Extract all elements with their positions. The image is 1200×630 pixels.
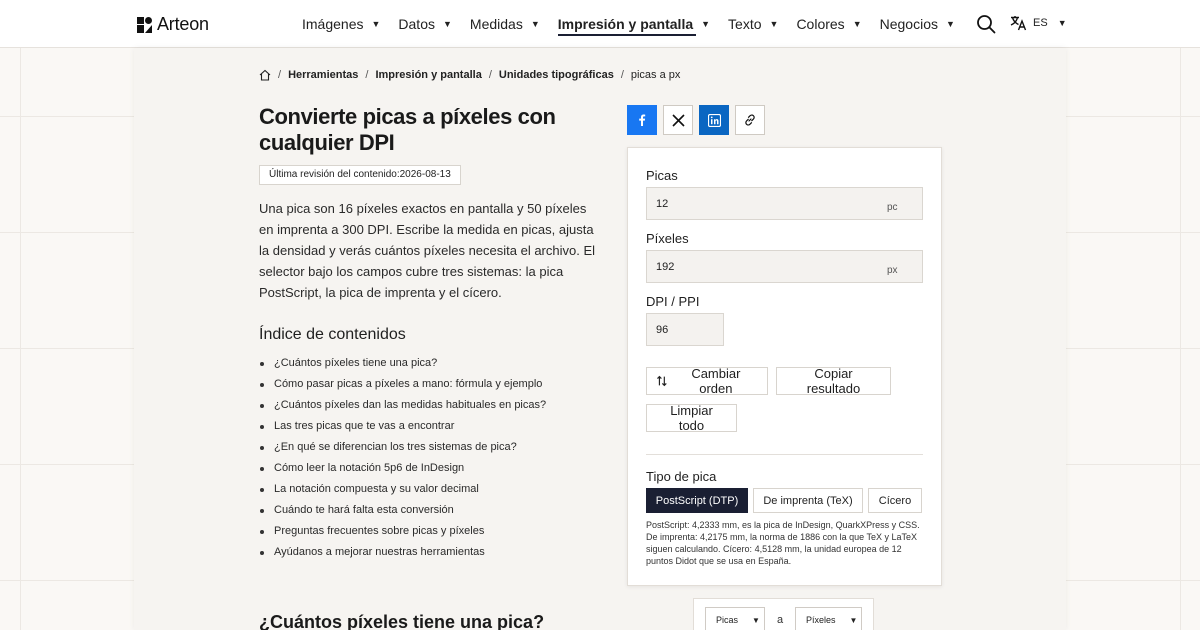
toc-link[interactable]: Cómo pasar picas a píxeles a mano: fórmu… <box>259 374 546 395</box>
swap-order-button[interactable]: Cambiar orden <box>646 366 768 396</box>
chevron-down-icon: ▼ <box>701 19 711 29</box>
nav-item-negocios[interactable]: Negocios ▼ <box>880 16 955 32</box>
share-linkedin-button[interactable] <box>699 105 729 135</box>
chevron-down-icon: ▼ <box>371 19 381 29</box>
dpi-label: DPI / PPI <box>646 294 700 309</box>
pica-type-label: Tipo de pica <box>646 469 717 484</box>
facebook-icon <box>639 114 646 126</box>
chevron-down-icon: ▼ <box>530 19 540 29</box>
nav-item-datos[interactable]: Datos ▼ <box>398 16 452 32</box>
revision-badge: Última revisión del contenido:2026-08-13 <box>259 165 461 185</box>
chevron-down-icon: ▼ <box>1057 18 1067 28</box>
breadcrumb-link[interactable]: Impresión y pantalla <box>375 69 481 81</box>
pixels-input[interactable] <box>646 250 923 283</box>
nav-item-label: Impresión y pantalla <box>557 16 694 32</box>
nav-item-label: Imágenes <box>302 16 364 32</box>
divider <box>646 454 923 455</box>
share-x-button[interactable] <box>663 105 693 135</box>
toc-link[interactable]: Cuándo te hará falta esta conversión <box>259 500 546 521</box>
toc-link[interactable]: La notación compuesta y su valor decimal <box>259 479 546 500</box>
nav-item-imagenes[interactable]: Imágenes ▼ <box>302 16 380 32</box>
search-icon <box>977 15 996 34</box>
link-icon <box>745 114 755 126</box>
copy-link-button[interactable] <box>735 105 765 135</box>
from-unit-value: Picas <box>716 615 739 625</box>
language-code: ES <box>1033 17 1048 29</box>
chevron-down-icon: ▼ <box>769 19 779 29</box>
toc-link[interactable]: ¿En qué se diferencian los tres sistemas… <box>259 437 546 458</box>
to-unit-value: Píxeles <box>806 615 836 625</box>
breadcrumb-separator: / <box>278 69 282 81</box>
toc-title: Índice de contenidos <box>259 326 406 343</box>
pica-type-cicero-option[interactable]: Cícero <box>868 488 922 513</box>
chevron-down-icon: ▼ <box>752 615 760 625</box>
pica-type-description: PostScript: 4,2333 mm, es la pica de InD… <box>646 520 920 566</box>
swap-vertical-icon <box>657 375 667 387</box>
home-icon[interactable] <box>259 69 271 81</box>
nav-item-label: Datos <box>398 16 435 32</box>
nav-item-impresion-y-pantalla[interactable]: Impresión y pantalla ▼ <box>557 16 711 36</box>
copy-result-label: Copiar resultado <box>806 366 861 396</box>
nav-item-label: Medidas <box>469 16 523 32</box>
chevron-down-icon: ▼ <box>852 19 862 29</box>
breadcrumb-link[interactable]: Herramientas <box>288 69 358 81</box>
breadcrumb: / Herramientas / Impresión y pantalla / … <box>259 69 680 81</box>
toc-link[interactable]: Ayúdanos a mejorar nuestras herramientas <box>259 542 546 563</box>
breadcrumb-separator: / <box>620 69 624 81</box>
page-title: Convierte picas a píxeles con cualquier … <box>259 104 556 155</box>
breadcrumb-link[interactable]: Unidades tipográficas <box>499 69 614 81</box>
brand-name: Arteon <box>157 14 209 34</box>
pixels-label: Píxeles <box>646 231 689 246</box>
from-unit-select[interactable]: Picas ▼ <box>705 607 765 630</box>
main-nav: Imágenes ▼ Datos ▼ Medidas ▼ Impresión y… <box>302 16 973 36</box>
toc-link[interactable]: Cómo leer la notación 5p6 de InDesign <box>259 458 546 479</box>
dpi-input[interactable] <box>646 313 724 346</box>
picas-unit: pc <box>887 202 898 213</box>
language-selector[interactable]: ES ▼ <box>1010 15 1067 31</box>
nav-item-label: Texto <box>728 16 762 32</box>
nav-item-texto[interactable]: Texto ▼ <box>728 16 778 32</box>
toc-link[interactable]: Preguntas frecuentes sobre picas y píxel… <box>259 521 546 542</box>
picas-label: Picas <box>646 168 678 183</box>
search-button[interactable] <box>976 14 996 34</box>
share-facebook-button[interactable] <box>627 105 657 135</box>
nav-item-colores[interactable]: Colores ▼ <box>796 16 861 32</box>
chevron-down-icon: ▼ <box>849 615 858 625</box>
brand-logo[interactable]: Arteon <box>137 14 209 35</box>
brand-logo-icon <box>137 16 152 33</box>
toc-link[interactable]: ¿Cuántos píxeles tiene una pica? <box>259 353 546 374</box>
chevron-down-icon: ▼ <box>442 19 452 29</box>
copy-result-button[interactable]: Copiar resultado <box>776 366 891 396</box>
nav-item-label: Colores <box>796 16 845 32</box>
pixels-unit: px <box>887 265 898 276</box>
picas-input[interactable] <box>646 187 923 220</box>
top-navigation-bar: Arteon Imágenes ▼ Datos ▼ Medidas ▼ Impr… <box>0 0 1200 48</box>
mini-connector: a <box>777 614 784 626</box>
chevron-down-icon: ▼ <box>945 19 955 29</box>
breadcrumb-separator: / <box>365 69 369 81</box>
section-heading: ¿Cuántos píxeles tiene una pica? <box>259 612 545 630</box>
toc-link[interactable]: ¿Cuántos píxeles dan las medidas habitua… <box>259 395 546 416</box>
x-logo-icon <box>671 113 685 127</box>
clear-all-button[interactable]: Limpiar todo <box>646 403 737 433</box>
breadcrumb-current: picas a px <box>630 69 681 81</box>
share-buttons <box>627 105 765 135</box>
pica-type-postscript-option[interactable]: PostScript (DTP) <box>646 488 748 513</box>
translate-icon <box>1010 16 1027 31</box>
linkedin-icon <box>707 113 721 127</box>
toc-link[interactable]: Las tres picas que te vas a encontrar <box>259 416 546 437</box>
swap-order-label: Cambiar orden <box>691 366 741 396</box>
nav-item-medidas[interactable]: Medidas ▼ <box>470 16 540 32</box>
to-unit-select[interactable]: Píxeles ▼ <box>795 607 862 630</box>
breadcrumb-separator: / <box>488 69 492 81</box>
table-of-contents: ¿Cuántos píxeles tiene una pica? Cómo pa… <box>259 353 546 563</box>
clear-all-label: Limpiar todo <box>670 403 713 433</box>
nav-item-label: Negocios <box>879 16 938 32</box>
intro-paragraph: Una pica son 16 píxeles exactos en panta… <box>259 201 596 300</box>
pica-type-imprenta-option[interactable]: De imprenta (TeX) <box>753 488 863 513</box>
